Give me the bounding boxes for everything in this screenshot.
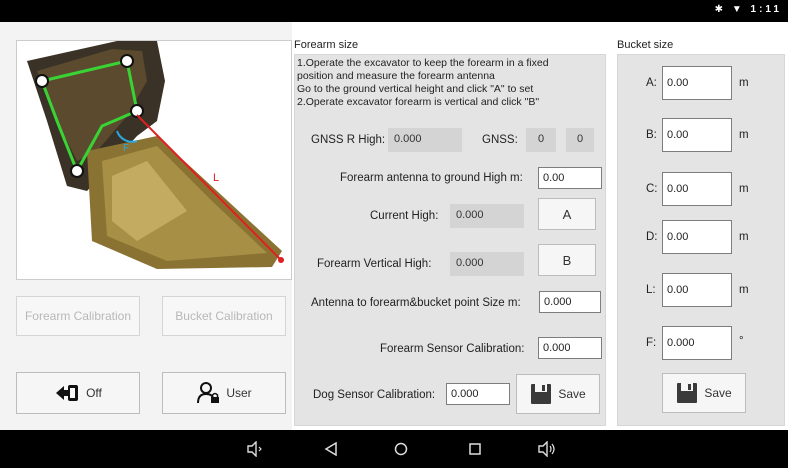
gnss-value-2: 0 <box>566 128 594 152</box>
dog-sensor-input[interactable]: 0.000 <box>446 383 510 405</box>
bucket-calibration-button[interactable]: Bucket Calibration <box>162 296 286 336</box>
status-icons: ✱ ▼ 1:11 <box>715 4 782 15</box>
status-bar: ✱ ▼ 1:11 <box>0 0 788 22</box>
bucket-unit-c: m <box>739 183 749 195</box>
status-time: 1:11 <box>750 4 782 15</box>
bluetooth-icon: ✱ <box>714 4 727 15</box>
forearm-sensor-label: Forearm Sensor Calibration: <box>380 343 525 355</box>
bucket-field-label-d: D: <box>646 231 658 243</box>
gnss-label: GNSS: <box>482 134 518 146</box>
wifi-icon: ▼ <box>731 4 745 15</box>
set-b-button[interactable]: B <box>538 244 596 276</box>
bucket-save-button[interactable]: Save <box>662 373 746 413</box>
bucket-size-title: Bucket size <box>617 39 674 51</box>
vertical-high-value: 0.000 <box>450 252 524 276</box>
angle-f-label: F <box>123 143 129 154</box>
bucket-input-a[interactable]: 0.00 <box>662 66 732 100</box>
forearm-size-title: Forearm size <box>294 39 359 51</box>
back-icon[interactable] <box>316 430 346 468</box>
volume-down-icon[interactable] <box>240 430 270 468</box>
user-lock-icon <box>196 381 220 405</box>
bucket-unit-b: m <box>739 129 749 141</box>
excavator-diagram-image: F L <box>16 40 292 280</box>
current-high-value: 0.000 <box>450 204 524 228</box>
bucket-input-b[interactable]: 0.00 <box>662 118 732 152</box>
set-a-button[interactable]: A <box>538 198 596 230</box>
home-icon[interactable] <box>386 430 416 468</box>
forearm-save-button[interactable]: Save <box>516 374 600 414</box>
antenna-ground-input[interactable]: 0.00 <box>538 167 602 189</box>
bucket-unit-l: m <box>739 284 749 296</box>
antenna-ground-label: Forearm antenna to ground High m: <box>340 172 523 184</box>
bucket-unit-d: m <box>739 231 749 243</box>
bucket-input-c[interactable]: 0.00 <box>662 172 732 206</box>
forearm-save-label: Save <box>558 387 586 401</box>
instruction-line: Go to the ground vertical height and cli… <box>297 83 534 95</box>
forearm-sensor-input[interactable]: 0.000 <box>538 337 602 359</box>
off-button-label: Off <box>86 386 102 400</box>
antenna-bucket-label: Antenna to forearm&bucket point Size m: <box>311 297 521 309</box>
current-high-label: Current High: <box>370 210 439 222</box>
floppy-disk-icon <box>676 382 698 404</box>
user-button[interactable]: User <box>162 372 286 414</box>
bucket-field-label-l: L: <box>646 284 656 296</box>
gnss-r-high-label: GNSS R High: <box>311 134 386 146</box>
recents-icon[interactable] <box>460 430 490 468</box>
navigation-bar <box>0 430 788 468</box>
line-l-label: L <box>213 172 219 184</box>
bucket-unit-f: ° <box>739 335 744 347</box>
bucket-input-l[interactable]: 0.00 <box>662 273 732 307</box>
excavator-diagram: F L <box>27 41 284 269</box>
forearm-instructions: 1.Operate the excavator to keep the fore… <box>297 57 607 109</box>
exit-icon <box>54 383 80 403</box>
bucket-save-label: Save <box>704 386 732 400</box>
user-button-label: User <box>226 386 252 400</box>
forearm-size-panel <box>294 54 606 426</box>
dog-sensor-label: Dog Sensor Calibration: <box>313 389 436 401</box>
gnss-r-high-value: 0.000 <box>388 128 462 152</box>
antenna-bucket-input[interactable]: 0.000 <box>539 291 601 313</box>
instruction-line: 2.Operate excavator forearm is vertical … <box>297 96 540 108</box>
volume-up-icon[interactable] <box>532 430 562 468</box>
floppy-disk-icon <box>530 383 552 405</box>
off-button[interactable]: Off <box>16 372 140 414</box>
bucket-input-f[interactable]: 0.000 <box>662 326 732 360</box>
bucket-field-label-c: C: <box>646 183 658 195</box>
bucket-field-label-a: A: <box>646 77 657 89</box>
vertical-high-label: Forearm Vertical High: <box>317 258 432 270</box>
gnss-value-1: 0 <box>526 128 556 152</box>
instruction-line: position and measure the forearm antenna <box>297 70 495 82</box>
bucket-field-label-b: B: <box>646 129 657 141</box>
instruction-line: 1.Operate the excavator to keep the fore… <box>297 57 549 69</box>
bucket-input-d[interactable]: 0.00 <box>662 220 732 254</box>
forearm-calibration-button[interactable]: Forearm Calibration <box>16 296 140 336</box>
bucket-field-label-f: F: <box>646 337 657 349</box>
bucket-unit-a: m <box>739 77 749 89</box>
